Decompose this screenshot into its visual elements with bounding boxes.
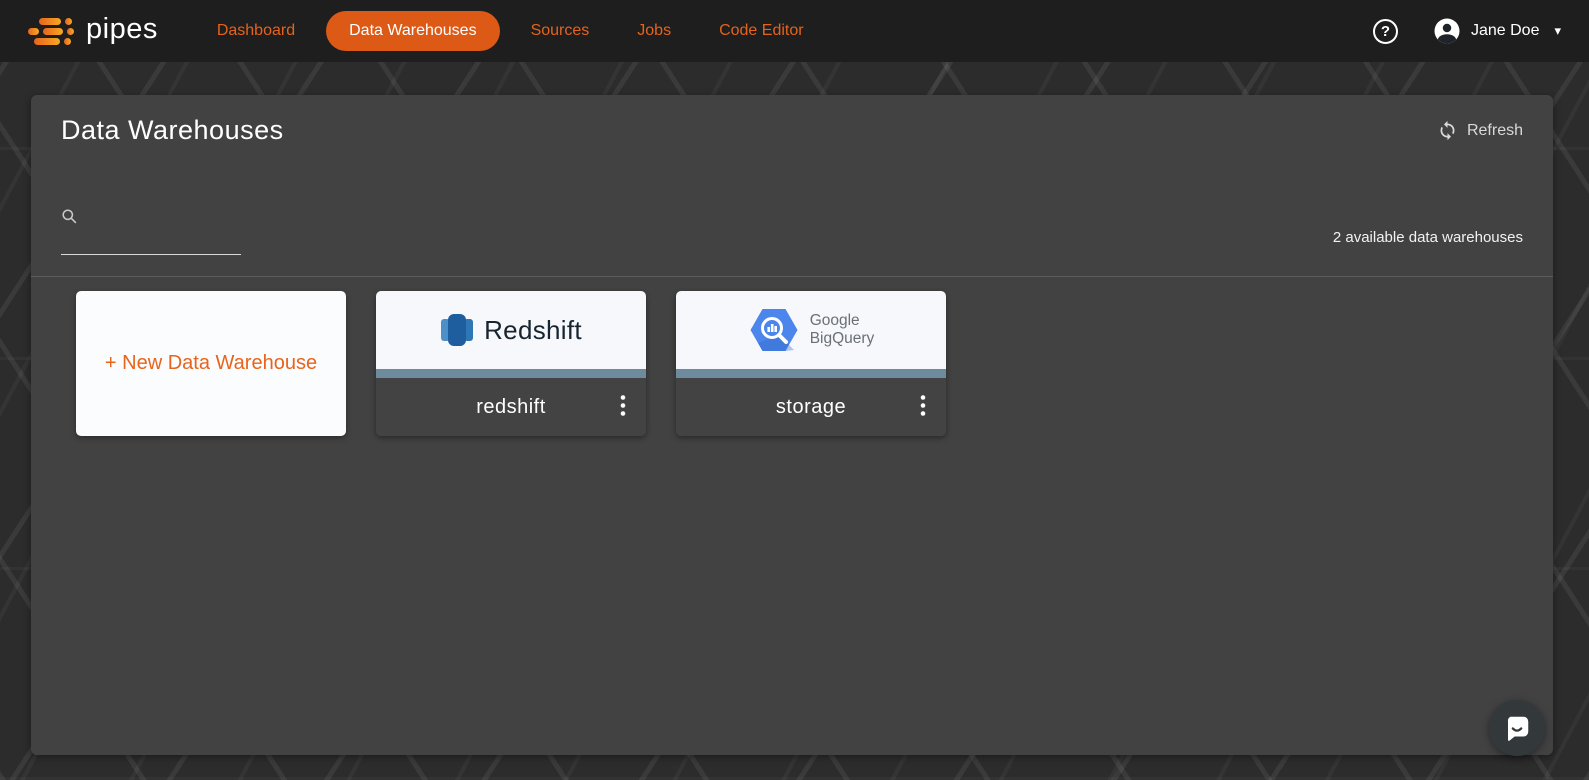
search-field <box>61 208 241 255</box>
user-menu[interactable]: Jane Doe ▾ <box>1432 16 1561 46</box>
warehouse-name: redshift <box>476 396 546 419</box>
warehouse-name: storage <box>776 396 846 419</box>
warehouse-card-footer: redshift <box>376 378 646 436</box>
google-bigquery-logo-icon <box>748 304 800 356</box>
chat-bubble-icon <box>1502 713 1532 743</box>
nav-item-dashboard[interactable]: Dashboard <box>200 12 312 50</box>
data-warehouses-panel: Data Warehouses Refresh 2 available data… <box>31 95 1553 755</box>
warehouse-card-footer: storage <box>676 378 946 436</box>
card-accent-bar <box>376 369 646 378</box>
chat-widget-button[interactable] <box>1489 700 1545 756</box>
brand-name: pipes <box>86 15 158 48</box>
card-accent-bar <box>676 369 946 378</box>
pipes-logo-icon <box>28 18 74 45</box>
new-data-warehouse-button[interactable]: + New Data Warehouse <box>76 291 346 436</box>
page-title: Data Warehouses <box>61 115 284 146</box>
brand-logo[interactable]: pipes <box>28 15 158 48</box>
nav-item-jobs[interactable]: Jobs <box>620 12 688 50</box>
warehouse-card-bigquery[interactable]: Google BigQuery storage <box>676 291 946 436</box>
search-input[interactable] <box>61 231 241 255</box>
warehouse-card-redshift[interactable]: Redshift redshift <box>376 291 646 436</box>
bigquery-logo-text: Google BigQuery <box>810 312 875 348</box>
warehouse-options-kebab-icon[interactable] <box>914 389 932 426</box>
help-icon[interactable]: ? <box>1373 19 1398 44</box>
warehouse-cards-grid: + New Data Warehouse Redshift redshift <box>61 291 1523 436</box>
warehouse-options-kebab-icon[interactable] <box>614 389 632 426</box>
nav-links: Dashboard Data Warehouses Sources Jobs C… <box>200 11 821 51</box>
warehouse-card-logo-area: Google BigQuery <box>676 291 946 369</box>
nav-item-sources[interactable]: Sources <box>514 12 607 50</box>
user-name: Jane Doe <box>1471 22 1540 40</box>
refresh-icon <box>1437 120 1458 141</box>
nav-right-group: ? Jane Doe ▾ <box>1373 16 1561 46</box>
warehouse-count-label: 2 available data warehouses <box>1333 229 1523 255</box>
refresh-button[interactable]: Refresh <box>1437 120 1523 141</box>
top-navbar: pipes Dashboard Data Warehouses Sources … <box>0 0 1589 62</box>
refresh-label: Refresh <box>1467 122 1523 140</box>
avatar-icon <box>1432 16 1462 46</box>
search-icon <box>61 208 241 225</box>
warehouse-card-logo-area: Redshift <box>376 291 646 369</box>
divider <box>31 276 1553 277</box>
nav-item-code-editor[interactable]: Code Editor <box>702 12 821 50</box>
nav-item-data-warehouses[interactable]: Data Warehouses <box>326 11 499 51</box>
redshift-logo-text: Redshift <box>484 315 582 346</box>
chevron-down-icon: ▾ <box>1554 23 1561 39</box>
redshift-logo-icon <box>440 311 474 349</box>
